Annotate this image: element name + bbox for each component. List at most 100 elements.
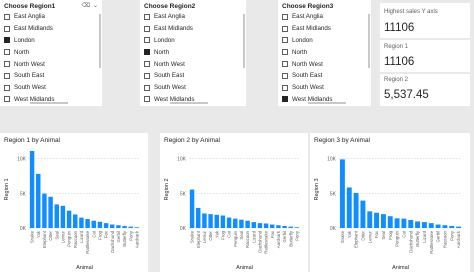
bar[interactable] <box>367 211 373 228</box>
bar[interactable] <box>208 214 213 228</box>
bar[interactable] <box>214 214 219 228</box>
slicer-option[interactable]: Yorkshire & Humberside <box>4 105 94 106</box>
bar[interactable] <box>202 213 207 228</box>
slicer-option[interactable]: East Anglia <box>282 11 363 23</box>
slicer-option[interactable]: East Anglia <box>4 11 94 23</box>
slicer-option[interactable]: South West <box>4 82 94 94</box>
bar[interactable] <box>110 224 115 228</box>
checkbox[interactable] <box>4 13 10 20</box>
horizontal-scrollbar[interactable] <box>308 102 346 104</box>
bar[interactable] <box>60 205 66 228</box>
bar[interactable] <box>36 173 41 228</box>
checkbox[interactable] <box>4 84 10 91</box>
slicer-option[interactable]: Yorkshire & Humberside <box>144 105 238 106</box>
bar[interactable] <box>29 151 35 228</box>
bar[interactable] <box>282 225 287 228</box>
bar[interactable] <box>353 192 359 228</box>
checkbox[interactable] <box>144 84 150 91</box>
checkbox[interactable] <box>4 96 10 103</box>
bar[interactable] <box>79 217 84 228</box>
eraser-icon[interactable]: ⌫ <box>81 3 89 9</box>
bar[interactable] <box>421 222 427 228</box>
bar[interactable] <box>226 217 232 228</box>
bar[interactable] <box>233 218 238 228</box>
bar[interactable] <box>196 207 201 228</box>
slicer-option[interactable]: North <box>4 46 94 58</box>
bar[interactable] <box>220 215 226 228</box>
slicer-option[interactable]: South West <box>282 82 363 94</box>
bar[interactable] <box>408 220 414 228</box>
bar[interactable] <box>339 159 345 228</box>
checkbox[interactable] <box>144 25 150 32</box>
bar[interactable] <box>456 226 462 228</box>
bar[interactable] <box>122 225 127 228</box>
slicer-option[interactable]: East Anglia <box>144 11 238 23</box>
checkbox-checked[interactable] <box>144 49 150 56</box>
bar[interactable] <box>387 216 393 228</box>
bar[interactable] <box>401 218 407 228</box>
bar[interactable] <box>189 189 195 228</box>
slicer-option[interactable]: North <box>144 46 238 58</box>
bar[interactable] <box>380 214 386 228</box>
checkbox[interactable] <box>4 61 10 68</box>
checkbox[interactable] <box>4 72 10 79</box>
bar[interactable] <box>91 220 96 228</box>
slicer-option[interactable]: South East <box>144 70 238 82</box>
bar[interactable] <box>435 224 441 228</box>
bar[interactable] <box>245 220 250 228</box>
slicer-option[interactable]: North <box>282 46 363 58</box>
slicer-option[interactable]: North West <box>144 58 238 70</box>
slicer-option[interactable]: London <box>144 35 238 47</box>
checkbox[interactable] <box>4 25 10 32</box>
bar[interactable] <box>346 187 352 228</box>
bar[interactable] <box>374 212 380 228</box>
checkbox[interactable] <box>282 37 288 44</box>
bar[interactable] <box>54 204 59 228</box>
bar[interactable] <box>85 218 90 228</box>
checkbox[interactable] <box>144 37 150 44</box>
slicer-option[interactable]: North West <box>4 58 94 70</box>
checkbox[interactable] <box>144 96 150 103</box>
slicer-option[interactable]: Yorkshire & Humberside <box>282 105 363 106</box>
bar[interactable] <box>42 193 47 228</box>
bar[interactable] <box>251 222 256 228</box>
checkbox-checked[interactable] <box>282 96 288 103</box>
bar[interactable] <box>415 221 421 228</box>
checkbox[interactable] <box>282 84 288 91</box>
bar[interactable] <box>270 224 275 228</box>
bar[interactable] <box>134 227 140 228</box>
checkbox[interactable] <box>282 13 288 20</box>
bar[interactable] <box>97 221 103 228</box>
chevron-down-icon[interactable]: ⌄ <box>93 3 98 9</box>
checkbox[interactable] <box>282 72 288 79</box>
slicer-option[interactable]: South East <box>4 70 94 82</box>
bar[interactable] <box>128 226 133 228</box>
bar[interactable] <box>48 196 53 228</box>
bar[interactable] <box>116 225 121 228</box>
slicer-option[interactable]: East Midlands <box>4 23 94 35</box>
bar[interactable] <box>442 225 448 228</box>
vertical-scrollbar[interactable] <box>368 14 370 68</box>
bar[interactable] <box>360 200 366 228</box>
bar[interactable] <box>428 223 434 228</box>
bar[interactable] <box>73 214 78 228</box>
bar[interactable] <box>103 223 109 228</box>
slicer-option[interactable]: East Midlands <box>144 23 238 35</box>
slicer-option[interactable]: North West <box>282 58 363 70</box>
bar[interactable] <box>263 223 269 228</box>
bar[interactable] <box>449 225 455 228</box>
chart-region2-by-animal[interactable]: Region 2 by Animal 0K 5K 10K Snake Elephant Le… <box>160 133 308 272</box>
checkbox[interactable] <box>282 25 288 32</box>
horizontal-scrollbar[interactable] <box>30 102 68 104</box>
checkbox[interactable] <box>144 61 150 68</box>
vertical-scrollbar[interactable] <box>243 14 245 68</box>
checkbox[interactable] <box>282 61 288 68</box>
bar[interactable] <box>294 227 300 228</box>
bar[interactable] <box>257 223 263 228</box>
slicer-option[interactable]: London <box>4 35 94 47</box>
checkbox[interactable] <box>144 13 150 20</box>
chart-region1-by-animal[interactable]: Region 1 by Animal 0K 5K 10K Snake Yak Elephan… <box>0 133 148 272</box>
bar[interactable] <box>239 219 244 228</box>
bar[interactable] <box>394 218 400 228</box>
bar[interactable] <box>276 225 281 228</box>
